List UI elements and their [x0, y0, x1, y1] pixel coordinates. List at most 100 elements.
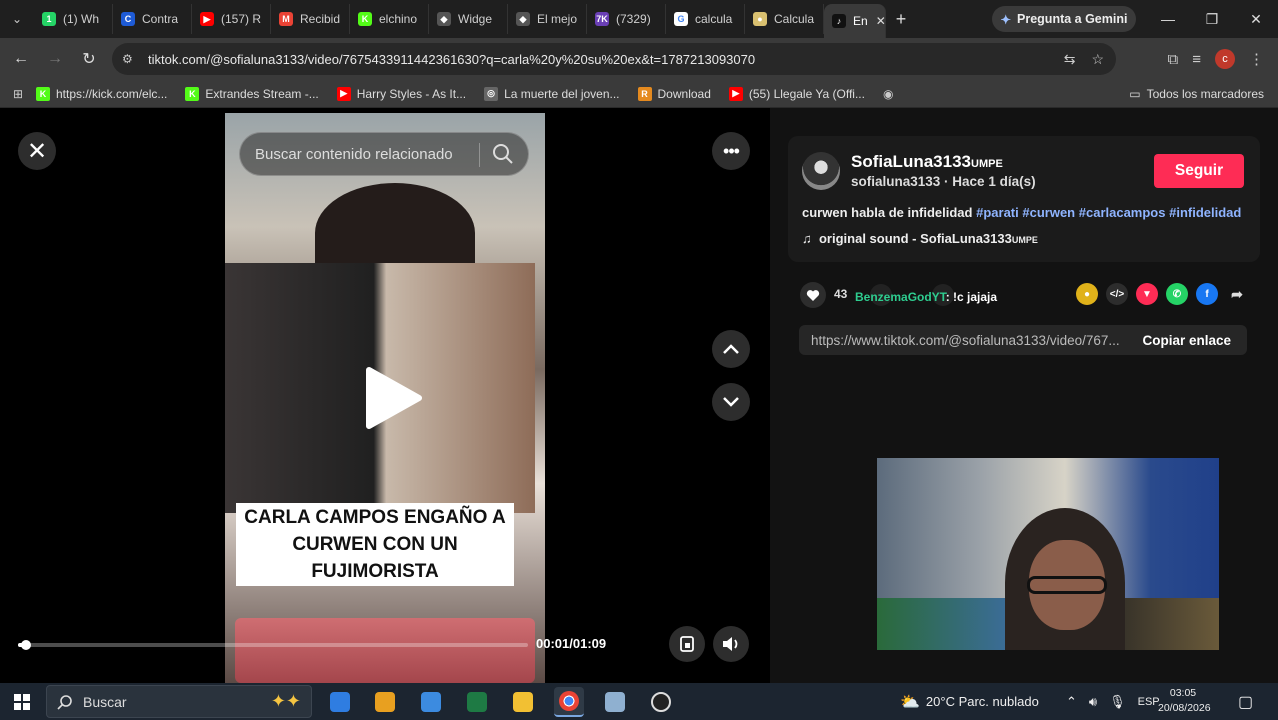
close-icon[interactable]: ✕	[18, 132, 56, 170]
browser-tab[interactable]: Kelchino	[350, 4, 429, 34]
weather-widget[interactable]: ⛅ 20°C Parc. nublado	[900, 683, 1039, 720]
author-username[interactable]: SofiaLuna3133UMPE	[851, 152, 1003, 172]
webcam-glasses	[1027, 576, 1107, 594]
hashtag[interactable]: #parati	[976, 205, 1019, 220]
previous-video-icon[interactable]	[712, 330, 750, 368]
caption-line: CURWEN CON UN	[292, 534, 458, 555]
browser-tab[interactable]: ● Calcula	[745, 4, 824, 34]
like-count: 43	[834, 287, 848, 301]
apps-grid-icon[interactable]: ⊞	[0, 87, 36, 101]
close-tab-icon[interactable]: ✕	[876, 14, 885, 28]
facebook-icon[interactable]: f	[1196, 283, 1218, 305]
username-suffix: UMPE	[971, 158, 1003, 170]
gift-icon[interactable]: ●	[1076, 283, 1098, 305]
bookmark-globe-icon[interactable]: ◉	[883, 87, 893, 101]
browser-tab[interactable]: Gcalcula	[666, 4, 745, 34]
restore-button[interactable]: ❐	[1190, 0, 1234, 38]
taskbar-search[interactable]: Buscar ✦✦	[46, 685, 312, 718]
translate-icon[interactable]: ⇆	[1064, 51, 1076, 68]
browser-tab[interactable]: 1 (1) Wh	[34, 4, 113, 34]
video-caption: CARLA CAMPOS ENGAÑO A CURWEN CON UN FUJI…	[236, 503, 514, 586]
bookmark-item[interactable]: ▶ (55) Llegale Ya (Offi...	[728, 86, 865, 101]
tab-label: Widge	[458, 12, 493, 26]
browser-tab[interactable]: ◆ Widge	[429, 4, 508, 34]
windows-start-icon[interactable]	[0, 683, 44, 720]
taskbar-app-obs[interactable]	[646, 687, 676, 717]
send-icon[interactable]: ▼	[1136, 283, 1158, 305]
embed-icon[interactable]: </>	[1106, 283, 1128, 305]
browser-tab[interactable]: C Contra	[113, 4, 192, 34]
tab-favicon-icon: M	[279, 12, 293, 26]
media-control-icon[interactable]: ≡	[1192, 51, 1201, 68]
bookmark-list: Khttps://kick.com/elc... K Extrandes Strea…	[36, 86, 883, 101]
taskbar-app-edge[interactable]	[325, 687, 355, 717]
progress-bar[interactable]	[18, 640, 528, 650]
gemini-button[interactable]: ✦ Pregunta a Gemini	[992, 6, 1136, 32]
copilot-sparkle-icon: ✦✦	[270, 691, 301, 711]
bookmark-item[interactable]: R Download	[637, 86, 711, 101]
language-indicator[interactable]: ESP	[1138, 696, 1160, 708]
bookmark-item[interactable]: Khttps://kick.com/elc...	[36, 86, 167, 101]
webcam-overlay	[877, 458, 1219, 650]
whatsapp-icon[interactable]: ✆	[1166, 283, 1188, 305]
bookmark-label: (55) Llegale Ya (Offi...	[748, 86, 865, 101]
microphone-icon[interactable]: 🎙︎	[1109, 694, 1126, 710]
minimize-button[interactable]: —	[1146, 0, 1190, 38]
search-icon[interactable]	[492, 143, 514, 165]
share-link-url[interactable]: https://www.tiktok.com/@sofialuna3133/vi…	[811, 333, 1127, 348]
hashtag[interactable]: #curwen	[1022, 205, 1075, 220]
volume-tray-icon[interactable]: 🔊︎	[1089, 694, 1097, 710]
taskbar-search-icon	[57, 694, 72, 710]
heart-icon	[806, 289, 820, 301]
url-text[interactable]: tiktok.com/@sofialuna3133/video/76754339…	[148, 52, 755, 67]
related-search-input[interactable]: Buscar contenido relacionado	[239, 132, 529, 176]
tray-chevron-icon[interactable]: ⌃	[1066, 694, 1077, 710]
browser-tab[interactable]: 7K (7329)	[587, 4, 666, 34]
clock[interactable]: 03:05 20/08/2026	[1158, 686, 1211, 716]
bookmark-item[interactable]: ◎ La muerte del joven...	[484, 86, 620, 101]
taskbar-app-excel[interactable]	[462, 687, 492, 717]
new-tab-button[interactable]: +	[886, 9, 916, 30]
notifications-icon[interactable]: ▢	[1238, 683, 1253, 720]
share-arrow-icon[interactable]: ➦	[1226, 283, 1248, 305]
copy-link-button[interactable]: Copiar enlace	[1142, 333, 1231, 348]
reload-icon[interactable]: ↻	[72, 42, 106, 76]
pip-icon[interactable]	[669, 626, 705, 662]
more-options-icon[interactable]: •••	[712, 132, 750, 170]
taskbar-app-store[interactable]	[416, 687, 446, 717]
site-settings-icon[interactable]: ⚙	[122, 52, 144, 66]
all-bookmarks-button[interactable]: ▭ Todos los marcadores	[1129, 87, 1264, 101]
next-video-icon[interactable]	[712, 383, 750, 421]
browser-menu-icon[interactable]: ⋮	[1249, 50, 1264, 68]
taskbar-app-trophy[interactable]	[370, 687, 400, 717]
close-window-button[interactable]: ✕	[1234, 0, 1278, 38]
extensions-icon[interactable]: ⧉	[1168, 51, 1179, 68]
hashtag[interactable]: #infidelidad	[1169, 205, 1241, 220]
hashtag[interactable]: #carlacampos	[1079, 205, 1166, 220]
bookmark-star-icon[interactable]: ☆	[1091, 51, 1104, 68]
progress-handle[interactable]	[20, 640, 31, 650]
divider	[479, 143, 480, 167]
sound-link[interactable]: ♫ original sound - SofiaLuna3133UMPE	[802, 231, 1038, 246]
taskbar-app-chrome[interactable]	[554, 687, 584, 717]
tab-search-chevron-icon[interactable]: ⌄	[0, 0, 34, 38]
avatar[interactable]	[802, 152, 840, 190]
tab-favicon-icon: K	[358, 12, 372, 26]
bookmark-item[interactable]: ▶ Harry Styles - As It...	[336, 86, 466, 101]
taskbar-app-notepad[interactable]	[600, 687, 630, 717]
profile-avatar[interactable]: c	[1215, 49, 1235, 69]
taskbar-app-explorer[interactable]	[508, 687, 538, 717]
like-button[interactable]	[800, 282, 826, 308]
follow-button[interactable]: Seguir	[1154, 154, 1244, 188]
back-icon[interactable]: ←	[4, 42, 38, 76]
bookmark-item[interactable]: K Extrandes Stream -...	[185, 86, 319, 101]
play-icon[interactable]	[363, 366, 423, 430]
browser-tab[interactable]: ▶ (157) R	[192, 4, 271, 34]
taskbar-search-label: Buscar	[83, 693, 127, 710]
address-bar[interactable]: ⚙ tiktok.com/@sofialuna3133/video/767543…	[112, 43, 1116, 75]
browser-tab[interactable]: M Recibid	[271, 4, 350, 34]
forward-icon[interactable]: →	[38, 42, 72, 76]
browser-tab[interactable]: ♪ En ✕	[824, 4, 886, 38]
volume-icon[interactable]	[713, 626, 749, 662]
browser-tab[interactable]: ◆ El mejo	[508, 4, 587, 34]
